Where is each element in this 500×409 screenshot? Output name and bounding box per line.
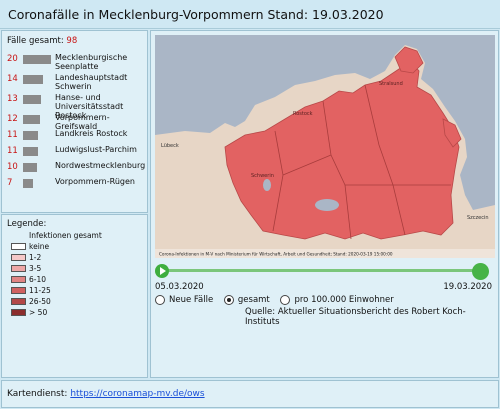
total-value: 98 [66, 36, 78, 46]
radio-per-100k[interactable]: pro 100.000 Einwohner [280, 295, 394, 305]
district-bar [23, 55, 51, 64]
legend-swatch [11, 309, 26, 316]
district-row[interactable]: 14 Landeshauptstadt Schwerin [7, 73, 147, 93]
district-row[interactable]: 11 Ludwigslust-Parchim [7, 145, 147, 161]
legend-swatch [11, 254, 26, 261]
district-label: Mecklenburgische Seenplatte [55, 53, 128, 71]
district-list: 20 Mecklenburgische Seenplatte 14 Landeshau… [7, 53, 147, 193]
district-count: 11 [7, 146, 18, 156]
source-text: Quelle: Aktueller Situationsbericht des … [245, 307, 466, 327]
district-label: Vorpommern-Rügen [55, 177, 135, 186]
district-count: 7 [7, 178, 13, 188]
district-label: Landeshauptstadt Schwerin [55, 73, 128, 91]
city-label-rostock: Rostock [293, 111, 313, 117]
page-title: Coronafälle in Mecklenburg-Vorpommern St… [0, 0, 500, 29]
map-panel: Rostock Lübeck Schwerin Stralsund Szczec… [150, 30, 499, 378]
map-service-link[interactable]: https://coronamap-mv.de/ows [70, 389, 204, 399]
district-row[interactable]: 11 Landkreis Rostock [7, 129, 147, 145]
legend-swatch [11, 298, 26, 305]
lake-mueritz [315, 199, 339, 211]
district-count: 12 [7, 114, 18, 124]
radio-new-cases[interactable]: Neue Fälle [155, 295, 213, 305]
district-count: 20 [7, 54, 18, 64]
timeline-start-date: 05.03.2020 [155, 282, 204, 292]
district-bar [23, 95, 41, 104]
district-count: 14 [7, 74, 18, 84]
radio-label-per-100k: pro 100.000 Einwohner [294, 295, 394, 305]
district-count: 11 [7, 130, 18, 140]
footer-label: Kartendienst: [7, 389, 68, 399]
district-row[interactable]: 7 Vorpommern-Rügen [7, 177, 147, 193]
legend-swatch [11, 287, 26, 294]
timeline-handle[interactable] [472, 263, 489, 280]
total-cases: Fälle gesamt: 98 [7, 36, 77, 46]
district-bar [23, 163, 37, 172]
legend-label: 6-10 [29, 275, 47, 284]
district-row[interactable]: 13 Hanse- und Universitätsstadt Rostock [7, 93, 147, 120]
legend-label: > 50 [29, 308, 48, 317]
district-count: 10 [7, 162, 18, 172]
district-count: 13 [7, 94, 18, 104]
district-bar [23, 147, 38, 156]
map-service-info: Kartendienst: https://coronamap-mv.de/ow… [7, 389, 205, 399]
legend-label: 26-50 [29, 297, 51, 306]
radio-label-total: gesamt [237, 295, 270, 305]
district-bar [23, 179, 33, 188]
legend-label: 3-5 [29, 264, 42, 273]
total-label: Fälle gesamt: [7, 36, 64, 46]
district-label: Ludwigslust-Parchim [55, 145, 137, 154]
legend-swatch [11, 243, 26, 250]
mode-radio-group: Neue Fälle gesamt pro 100.000 Einwohner [155, 295, 402, 305]
legend-label: keine [29, 242, 50, 251]
timeline-end-date: 19.03.2020 [443, 282, 492, 292]
legend-swatch [11, 276, 26, 283]
district-row[interactable]: 20 Mecklenburgische Seenplatte [7, 53, 147, 73]
map-view[interactable]: Rostock Lübeck Schwerin Stralsund Szczec… [155, 35, 495, 258]
legend-title: Legende: [7, 219, 47, 229]
city-label-stralsund: Stralsund [379, 81, 403, 87]
legend-label: 11-25 [29, 286, 51, 295]
footer-panel: Kartendienst: https://coronamap-mv.de/ow… [1, 380, 499, 408]
lake-schwerin [263, 179, 271, 191]
choropleth-map[interactable]: Rostock Lübeck Schwerin Stralsund Szczec… [155, 35, 495, 258]
timeline-track[interactable] [163, 269, 473, 272]
district-bar [23, 75, 43, 84]
timeline-slider[interactable] [155, 263, 495, 280]
radio-total[interactable]: gesamt [223, 295, 270, 305]
radio-button-new-cases[interactable] [155, 295, 165, 305]
district-row[interactable]: 12 Vorpommern-Greifswald [7, 113, 147, 131]
district-cases-panel: Fälle gesamt: 98 20 Mecklenburgische Seen… [1, 30, 148, 213]
radio-button-total[interactable] [223, 295, 234, 305]
play-icon[interactable] [155, 264, 169, 278]
legend-label: 1-2 [29, 253, 42, 262]
city-label-schwerin: Schwerin [251, 173, 274, 179]
district-label: Landkreis Rostock [55, 129, 128, 138]
city-label-szczecin: Szczecin [467, 215, 489, 221]
district-row[interactable]: 10 Nordwestmecklenburg [7, 161, 147, 177]
radio-button-per-100k[interactable] [280, 295, 291, 305]
legend-subtitle: Infektionen gesamt [29, 231, 102, 240]
district-bar [23, 115, 40, 124]
legend-panel: Legende: Infektionen gesamt keine 1-2 3-5 6… [1, 214, 148, 378]
legend-swatch [11, 265, 26, 272]
city-label-luebeck: Lübeck [161, 143, 179, 149]
radio-label-new-cases: Neue Fälle [169, 295, 214, 305]
map-caption: Corona-Infektionen in M-V nach Ministeri… [159, 252, 393, 257]
district-bar [23, 131, 38, 140]
district-label: Nordwestmecklenburg [55, 161, 146, 170]
